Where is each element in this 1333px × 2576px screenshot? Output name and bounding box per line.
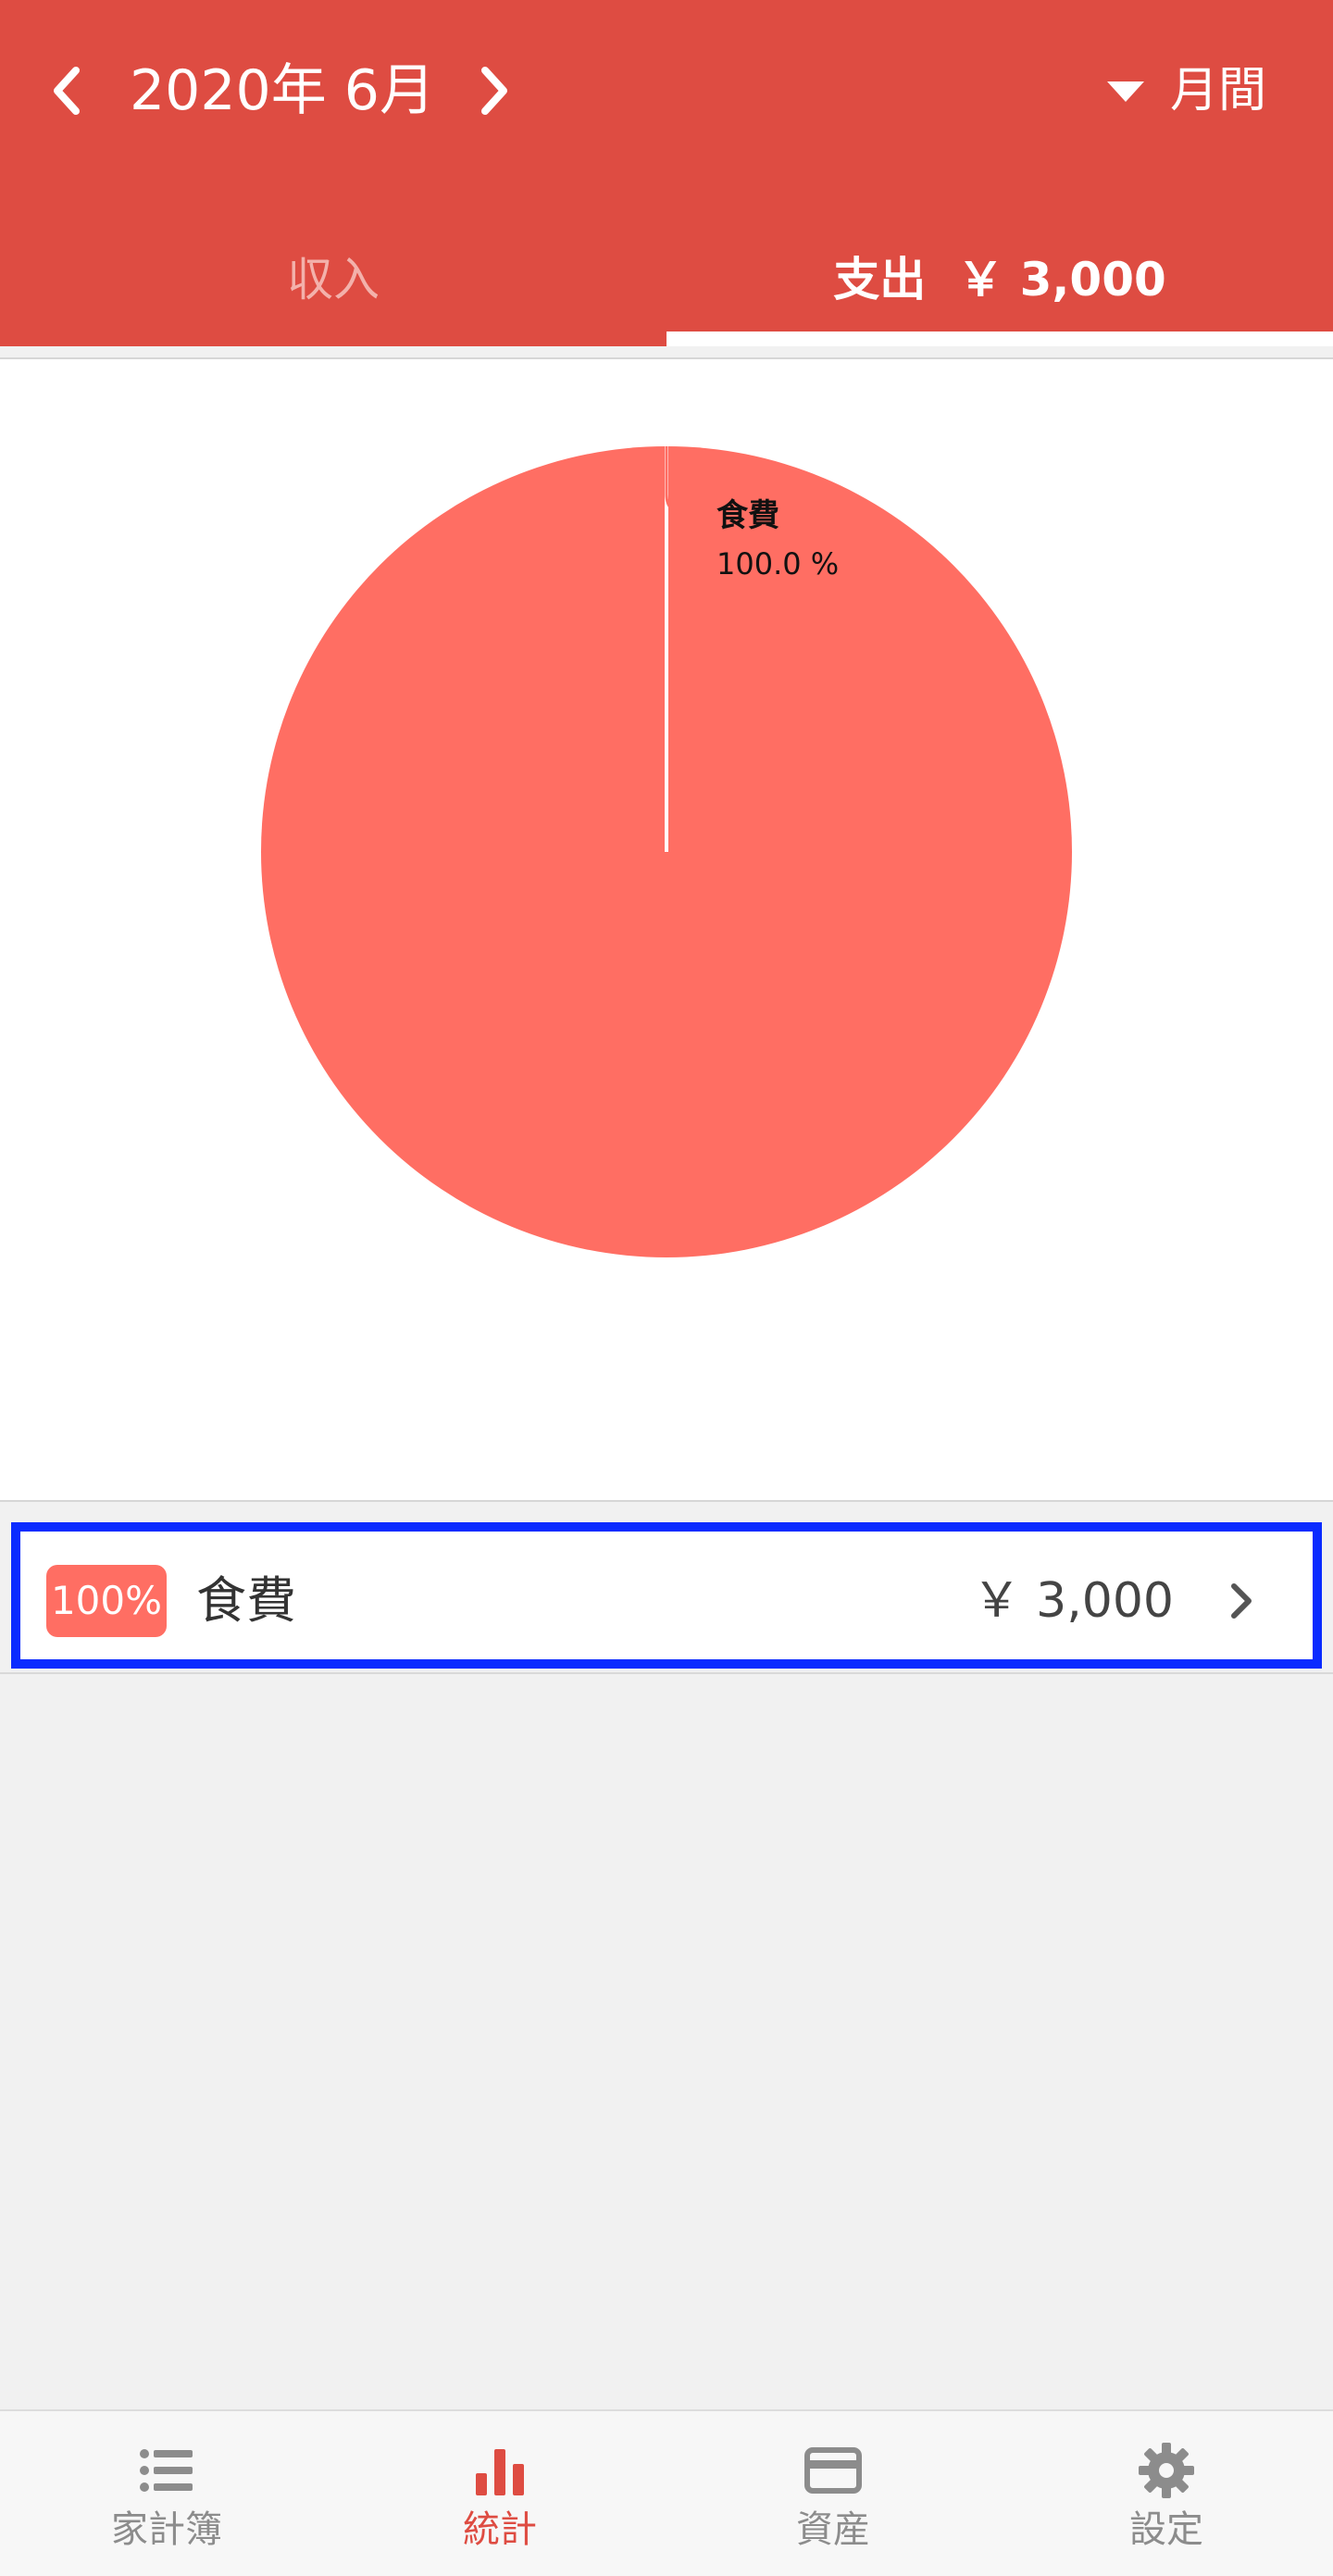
category-name: 食費 <box>196 1571 296 1630</box>
previous-month-button[interactable] <box>33 52 100 130</box>
income-expense-tabs: 収入 支出 ￥ 3,000 <box>0 206 1333 346</box>
pie-label-percent: 100.0 % <box>716 546 839 581</box>
caret-down-icon <box>1107 81 1144 102</box>
chevron-left-icon <box>54 67 80 115</box>
pie-chart-card: 食費 100.0 % <box>0 357 1333 1502</box>
nav-label: 設定 <box>1129 2508 1203 2551</box>
nav-label: 家計簿 <box>111 2508 222 2551</box>
active-tab-indicator <box>666 331 1333 346</box>
tab-expense[interactable]: 支出 ￥ 3,000 <box>666 206 1333 346</box>
chevron-right-icon <box>1231 1583 1252 1619</box>
category-row-food[interactable]: 100% 食費 ￥ 3,000 <box>11 1522 1322 1669</box>
pie-label-name: 食費 <box>716 497 779 534</box>
next-month-button[interactable] <box>461 52 528 130</box>
nav-item-statistics[interactable]: 統計 <box>333 2411 666 2576</box>
tab-income[interactable]: 収入 <box>0 206 666 346</box>
bottom-navigation: 家計簿 統計 資産 設定 <box>0 2409 1333 2576</box>
tab-expense-amount: ￥ 3,000 <box>957 253 1166 306</box>
period-label: 月間 <box>1170 63 1267 119</box>
category-amount: ￥ 3,000 <box>972 1573 1174 1629</box>
nav-label: 資産 <box>796 2508 870 2551</box>
list-icon <box>140 2449 193 2492</box>
gear-icon <box>1139 2443 1194 2498</box>
period-selector[interactable]: 月間 <box>1105 52 1309 130</box>
nav-item-settings[interactable]: 設定 <box>1000 2411 1333 2576</box>
app-header: 2020年 6月 月間 収入 支出 ￥ 3,000 <box>0 0 1333 346</box>
nav-item-household-book[interactable]: 家計簿 <box>0 2411 333 2576</box>
nav-label: 統計 <box>463 2508 537 2551</box>
month-title: 2020年 6月 <box>130 58 435 123</box>
tab-expense-label: 支出 <box>833 253 927 306</box>
bar-chart-icon <box>476 2449 524 2495</box>
month-navigation-bar: 2020年 6月 月間 <box>0 0 1333 181</box>
chevron-right-icon <box>481 67 507 115</box>
pie-chart: 食費 100.0 % <box>261 446 1072 1257</box>
nav-item-assets[interactable]: 資産 <box>666 2411 1000 2576</box>
list-divider <box>0 1672 1333 1674</box>
percent-badge: 100% <box>46 1565 167 1637</box>
credit-card-icon <box>804 2447 862 2494</box>
tab-income-label: 収入 <box>287 253 380 306</box>
